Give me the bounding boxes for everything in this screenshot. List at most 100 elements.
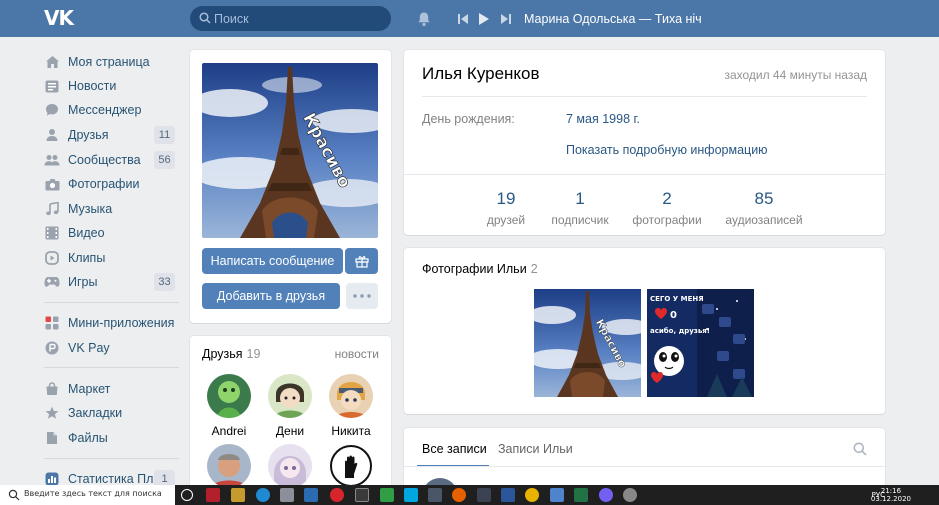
profile-info-card: Илья Куренков заходил 44 минуты назад Де… bbox=[404, 50, 885, 235]
app-icon[interactable] bbox=[206, 488, 220, 502]
tab-all-posts[interactable]: Все записи bbox=[422, 442, 487, 456]
tab-own-posts[interactable]: Записи Ильи bbox=[498, 442, 573, 456]
sidebar-item-label: Видео bbox=[68, 226, 105, 240]
sidebar-item-mini-apps[interactable]: Мини-приложения bbox=[44, 311, 179, 335]
sidebar-item-music[interactable]: Музыка bbox=[44, 197, 179, 221]
search-input[interactable] bbox=[214, 6, 384, 31]
sidebar-item-my-page[interactable]: Моя страница bbox=[44, 50, 179, 74]
stat-label: подписчик bbox=[551, 213, 609, 227]
friend-item[interactable]: Никита bbox=[321, 374, 381, 438]
last-seen-status: заходил 44 минуты назад bbox=[724, 68, 867, 82]
sidebar-item-clips[interactable]: Клипы bbox=[44, 246, 179, 270]
sidebar-item-friends[interactable]: Друзья 11 bbox=[44, 123, 179, 147]
chrome-icon[interactable] bbox=[525, 488, 539, 502]
previous-track-icon[interactable] bbox=[458, 12, 469, 26]
sidebar-item-label: Музыка bbox=[68, 202, 113, 216]
gear-icon[interactable] bbox=[623, 488, 637, 502]
search-box[interactable] bbox=[190, 6, 391, 31]
sidebar-item-messenger[interactable]: Мессенджер bbox=[44, 98, 179, 122]
stat-value: 2 bbox=[662, 189, 672, 208]
app-icon[interactable] bbox=[380, 488, 394, 502]
app-icon[interactable] bbox=[280, 488, 294, 502]
sidebar-divider bbox=[44, 367, 179, 368]
photo-thumbnail[interactable]: СЕГО У МЕНЯ 0 асибо, друзья! bbox=[647, 289, 754, 397]
photos-card: Фотографии Ильи 2 Красиво СЕГО У МЕНЯ 0 а… bbox=[404, 248, 885, 414]
photos-title-text: Фотографии Ильи bbox=[422, 262, 527, 276]
photo-thumbnail[interactable]: Красиво bbox=[534, 289, 641, 397]
profile-photo[interactable]: Красиво bbox=[202, 63, 378, 238]
word-icon[interactable] bbox=[501, 488, 515, 502]
photos-title[interactable]: Фотографии Ильи 2 bbox=[422, 262, 538, 276]
mini-apps-icon bbox=[44, 315, 60, 331]
bell-icon[interactable] bbox=[416, 11, 432, 27]
friends-updates-link[interactable]: новости bbox=[335, 347, 379, 361]
now-playing-title[interactable]: Марина Одольська — Тиха ніч bbox=[524, 12, 702, 26]
games-icon bbox=[44, 274, 60, 290]
firefox-icon[interactable] bbox=[452, 488, 466, 502]
search-icon[interactable] bbox=[853, 442, 867, 456]
friend-item[interactable]: Andrei bbox=[199, 374, 259, 438]
sidebar-item-bookmarks[interactable]: Закладки bbox=[44, 401, 179, 425]
vk-logo[interactable]: VK bbox=[44, 8, 74, 28]
play-icon[interactable] bbox=[478, 12, 490, 26]
friend-name: Дени bbox=[275, 424, 305, 438]
birthday-value[interactable]: 7 мая 1998 г. bbox=[566, 112, 640, 126]
viber-icon[interactable] bbox=[599, 488, 613, 502]
skype-icon[interactable] bbox=[404, 488, 418, 502]
communities-count-badge: 56 bbox=[154, 151, 175, 169]
search-icon bbox=[8, 489, 20, 501]
search-icon bbox=[199, 12, 211, 24]
sidebar-item-video[interactable]: Видео bbox=[44, 221, 179, 245]
stat-value: 1 bbox=[575, 189, 585, 208]
divider bbox=[404, 174, 885, 175]
app-icon[interactable] bbox=[355, 488, 369, 502]
divider bbox=[404, 466, 885, 467]
add-friend-button[interactable]: Добавить в друзья bbox=[202, 283, 340, 309]
sidebar-item-vk-pay[interactable]: VK Pay bbox=[44, 336, 179, 360]
news-icon bbox=[44, 78, 60, 94]
app-icon[interactable] bbox=[304, 488, 318, 502]
sidebar-item-label: Фотографии bbox=[68, 177, 140, 191]
edge-icon[interactable] bbox=[256, 488, 270, 502]
stat-value: 85 bbox=[754, 189, 774, 208]
system-clock[interactable]: 21:16 03.12.2020 bbox=[871, 487, 911, 503]
sidebar-item-label: Сообщества bbox=[68, 153, 141, 167]
app-icon[interactable] bbox=[477, 488, 491, 502]
app-icon[interactable] bbox=[231, 488, 245, 502]
sidebar-item-photos[interactable]: Фотографии bbox=[44, 172, 179, 196]
profile-name: Илья Куренков bbox=[422, 64, 540, 83]
show-more-info-link[interactable]: Показать подробную информацию bbox=[566, 143, 768, 157]
avatar bbox=[329, 374, 373, 418]
stat-photos[interactable]: 2 фотографии bbox=[622, 189, 712, 227]
top-header: VK Марина Одольська — Тиха ніч bbox=[0, 0, 939, 37]
stat-followers[interactable]: 1 подписчик bbox=[535, 189, 625, 227]
taskbar-search-box[interactable]: Введите здесь текст для поиска bbox=[0, 485, 175, 505]
more-actions-button[interactable] bbox=[346, 283, 378, 309]
sidebar-divider bbox=[44, 458, 179, 459]
sidebar-item-communities[interactable]: Сообщества 56 bbox=[44, 148, 179, 172]
sidebar-item-label: Мессенджер bbox=[68, 103, 142, 117]
friend-name: Andrei bbox=[211, 424, 247, 438]
excel-icon[interactable] bbox=[574, 488, 588, 502]
sidebar-item-games[interactable]: Игры 33 bbox=[44, 270, 179, 294]
camera-icon[interactable] bbox=[428, 488, 442, 502]
opera-icon[interactable] bbox=[330, 488, 344, 502]
sidebar-item-label: Мини-приложения bbox=[68, 316, 175, 330]
friends-title-text: Друзья bbox=[202, 347, 243, 361]
sidebar-item-label: Клипы bbox=[68, 251, 106, 265]
sidebar-item-label: Маркет bbox=[68, 382, 111, 396]
friends-title[interactable]: Друзья 19 bbox=[202, 347, 260, 361]
sidebar-item-news[interactable]: Новости bbox=[44, 74, 179, 98]
friend-item[interactable]: Дени bbox=[260, 374, 320, 438]
write-message-button[interactable]: Написать сообщение bbox=[202, 248, 343, 274]
sidebar-divider bbox=[44, 302, 179, 303]
next-track-icon[interactable] bbox=[500, 12, 511, 26]
task-view-icon[interactable] bbox=[181, 489, 193, 501]
send-gift-button[interactable] bbox=[345, 248, 378, 274]
games-count-badge: 33 bbox=[154, 273, 175, 291]
sidebar-item-market[interactable]: Маркет bbox=[44, 377, 179, 401]
stat-audio[interactable]: 85 аудиозаписей bbox=[719, 189, 809, 227]
sidebar-item-files[interactable]: Файлы bbox=[44, 426, 179, 450]
app-icon[interactable] bbox=[550, 488, 564, 502]
photo-text-line: СЕГО У МЕНЯ bbox=[650, 295, 704, 303]
